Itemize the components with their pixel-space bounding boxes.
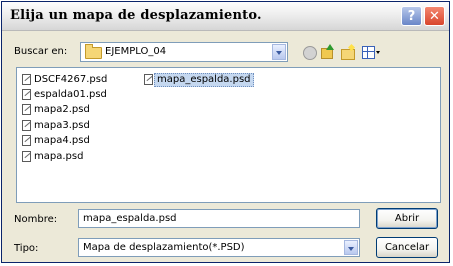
psd-file-icon [144,74,153,85]
chevron-down-icon[interactable] [272,44,286,60]
folder-icon [85,44,102,59]
filename-input[interactable]: mapa_espalda.psd [78,209,360,228]
look-in-value: EJEMPLO_04 [105,46,167,57]
back-icon[interactable] [302,45,318,60]
file-name: mapa3.psd [34,120,90,131]
file-list[interactable]: DSCF4267.psd espalda01.psd mapa2.psd map… [16,67,441,203]
up-folder-icon[interactable] [320,44,336,59]
look-in-label: Buscar en: [14,46,68,57]
look-in-dropdown[interactable]: EJEMPLO_04 [80,42,288,62]
title-bar[interactable]: Elija un mapa de desplazamiento. ? ✕ [2,2,449,31]
file-name: mapa4.psd [34,135,90,146]
psd-file-icon [22,151,31,162]
psd-file-icon [22,74,31,85]
cancel-button[interactable]: Cancelar [376,237,438,258]
open-button[interactable]: Abrir [376,208,438,229]
filetype-value: Mapa de desplazamiento(*.PSD) [83,242,245,253]
close-button[interactable]: ✕ [424,6,445,26]
filename-label: Nombre: [14,214,58,225]
psd-file-icon [22,89,31,100]
file-name: mapa.psd [34,151,84,162]
file-name: mapa_espalda.psd [154,73,254,87]
filetype-dropdown[interactable]: Mapa de desplazamiento(*.PSD) [78,238,360,257]
psd-file-icon [22,120,31,131]
views-menu-icon[interactable] [361,45,380,59]
open-file-dialog: Elija un mapa de desplazamiento. ? ✕ Bus… [1,1,450,263]
psd-file-icon [22,104,31,115]
file-name: espalda01.psd [34,89,107,100]
file-name: mapa2.psd [34,104,90,115]
psd-file-icon [22,135,31,146]
dialog-title: Elija un mapa de desplazamiento. [10,8,262,23]
filetype-label: Tipo: [14,243,39,254]
help-button[interactable]: ? [401,6,422,26]
new-folder-icon[interactable] [340,45,356,60]
file-name: DSCF4267.psd [34,74,108,85]
chevron-down-icon[interactable] [344,240,358,255]
filename-value: mapa_espalda.psd [83,213,177,224]
